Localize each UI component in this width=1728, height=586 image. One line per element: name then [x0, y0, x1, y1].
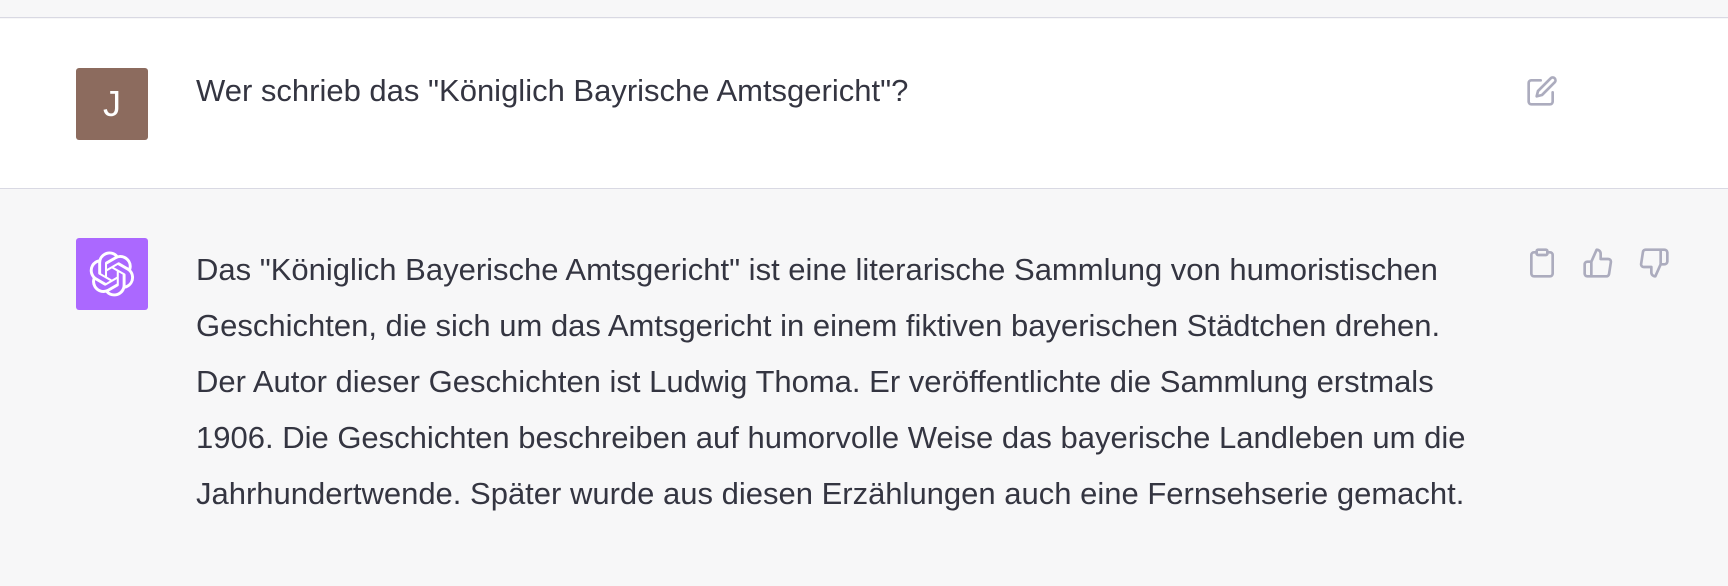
- assistant-text-line: Jahrhundertwende. Später wurde aus diese…: [196, 476, 1465, 511]
- edit-icon: [1527, 76, 1557, 106]
- clipboard-icon: [1530, 248, 1554, 278]
- assistant-text-line: Geschichten, die sich um das Amtsgericht…: [196, 308, 1441, 343]
- edit-button[interactable]: [1522, 71, 1562, 111]
- like-button[interactable]: [1578, 243, 1618, 283]
- user-message-text: Wer schrieb das "Königlich Bayrische Amt…: [196, 73, 909, 108]
- user-avatar: J: [76, 68, 148, 140]
- assistant-text-line: Der Autor dieser Geschichten ist Ludwig …: [196, 364, 1434, 399]
- assistant-text-line: 1906. Die Geschichten beschreiben auf hu…: [196, 420, 1466, 455]
- thumbs-up-icon: [1583, 248, 1613, 278]
- assistant-message-row: Das "Königlich Bayerische Amtsgericht" i…: [0, 189, 1728, 586]
- user-avatar-letter: J: [103, 83, 121, 124]
- copy-button[interactable]: [1522, 243, 1562, 283]
- top-strip: [0, 0, 1728, 18]
- dislike-button[interactable]: [1634, 243, 1674, 283]
- thumbs-down-icon: [1639, 248, 1669, 278]
- openai-logo-icon: [89, 251, 135, 297]
- assistant-text-line: Das "Königlich Bayerische Amtsgericht" i…: [196, 252, 1438, 287]
- user-message-row: J Wer schrieb das "Königlich Bayrische A…: [0, 19, 1728, 189]
- assistant-message-text: Das "Königlich Bayerische Amtsgericht" i…: [196, 242, 1526, 522]
- assistant-avatar: [76, 238, 148, 310]
